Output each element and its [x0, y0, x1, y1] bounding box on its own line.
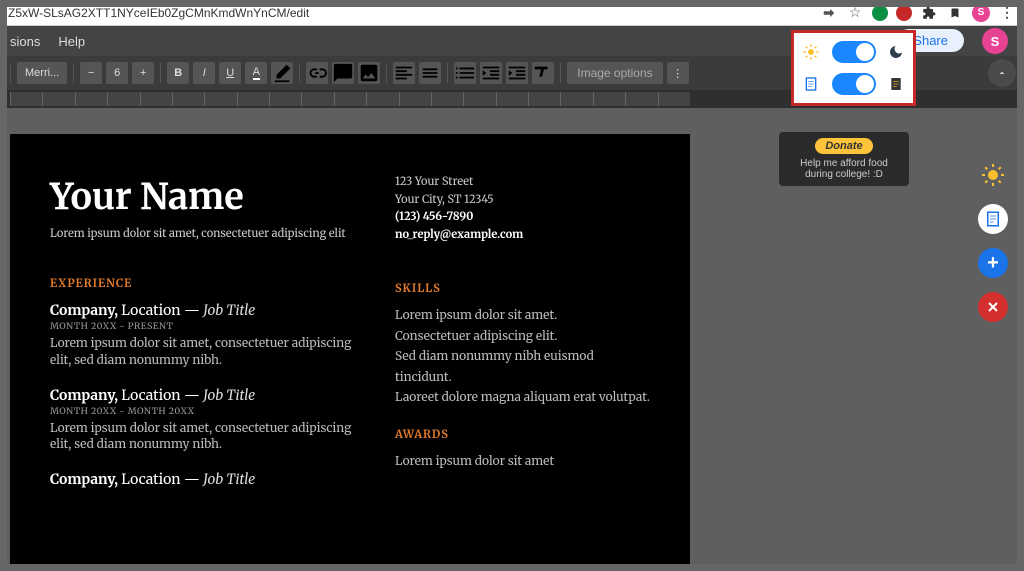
job-title: Job Title — [203, 386, 255, 404]
float-close-button[interactable] — [978, 292, 1008, 322]
job-company: Company, — [50, 470, 118, 488]
job-location: Location — [121, 470, 180, 488]
contact-street: 123 Your Street — [395, 174, 650, 192]
bold-button[interactable]: B — [167, 62, 189, 84]
floating-action-buttons: + — [978, 160, 1008, 322]
decrease-indent-button[interactable] — [480, 62, 502, 84]
theme-toggle[interactable] — [832, 41, 876, 63]
donate-button[interactable]: Donate — [815, 138, 872, 154]
resume-name[interactable]: Your Name — [50, 174, 365, 219]
doc-dark-icon — [887, 75, 905, 93]
url-bar-icons: ☆ S ⋮ — [820, 4, 1016, 22]
extension-green-icon[interactable] — [872, 5, 888, 21]
contact-city: Your City, ST 12345 — [395, 192, 650, 210]
job-body: Lorem ipsum dolor sit amet, consectetuer… — [50, 336, 365, 370]
contact-phone: (123) 456-7890 — [395, 209, 650, 227]
extension-red-icon[interactable] — [896, 5, 912, 21]
awards-body[interactable]: Lorem ipsum dolor sit amet — [395, 452, 650, 472]
line-spacing-button[interactable] — [419, 62, 441, 84]
float-add-button[interactable]: + — [978, 248, 1008, 278]
resume-tagline[interactable]: Lorem ipsum dolor sit amet, consectetuer… — [50, 227, 365, 241]
profile-avatar[interactable]: S — [982, 28, 1008, 54]
job-title: Job Title — [203, 301, 255, 319]
extensions-puzzle-icon[interactable] — [920, 4, 938, 22]
job-sep: — — [184, 301, 200, 319]
browser-url-bar: Z5xW-SLsAG2XTT1NYceIEb0ZgCMnKmdWnYnCM/ed… — [0, 0, 1024, 26]
doc-mode-toggle[interactable] — [832, 73, 876, 95]
numbered-list-button[interactable] — [454, 62, 476, 84]
job-entry[interactable]: Company, Location — Job Title MONTH 20XX… — [50, 301, 365, 370]
text-color-button[interactable]: A — [245, 62, 267, 84]
job-sep: — — [184, 470, 200, 488]
highlight-button[interactable] — [271, 62, 293, 84]
add-comment-button[interactable] — [332, 62, 354, 84]
menu-item-help[interactable]: Help — [58, 34, 85, 49]
job-date: MONTH 20XX - MONTH 20XX — [50, 406, 365, 417]
dark-mode-extension-popup — [791, 30, 916, 106]
donate-box: Donate Help me afford food during colleg… — [779, 132, 909, 186]
donate-text: Help me afford food during college! :D — [785, 158, 903, 180]
float-sun-button[interactable] — [978, 160, 1008, 190]
menu-item-extensions[interactable]: sions — [10, 34, 40, 49]
section-skills-head[interactable]: SKILLS — [395, 282, 650, 296]
document-left-column: Your Name Lorem ipsum dolor sit amet, co… — [50, 174, 365, 564]
bookmark-icon[interactable] — [946, 4, 964, 22]
url-text[interactable]: Z5xW-SLsAG2XTT1NYceIEb0ZgCMnKmdWnYnCM/ed… — [8, 6, 820, 20]
sun-icon — [802, 43, 820, 61]
document-right-column: 123 Your Street Your City, ST 12345 (123… — [395, 174, 650, 564]
font-size-minus[interactable]: − — [80, 62, 102, 84]
insert-link-button[interactable] — [306, 62, 328, 84]
insert-image-button[interactable] — [358, 62, 380, 84]
font-size-plus[interactable]: + — [132, 62, 154, 84]
theme-toggle-row — [802, 41, 905, 63]
more-options-button[interactable]: ⋮ — [667, 62, 689, 84]
job-body: Lorem ipsum dolor sit amet, consectetuer… — [50, 421, 365, 455]
skills-body[interactable]: Lorem ipsum dolor sit amet.Consectetuer … — [395, 306, 650, 408]
font-size-input[interactable]: 6 — [106, 62, 128, 84]
job-sep: — — [184, 386, 200, 404]
job-title: Job Title — [203, 470, 255, 488]
browser-menu-icon[interactable]: ⋮ — [998, 4, 1016, 22]
document-page[interactable]: Your Name Lorem ipsum dolor sit amet, co… — [10, 134, 690, 564]
job-location: Location — [121, 386, 180, 404]
underline-button[interactable]: U — [219, 62, 241, 84]
share-url-icon[interactable] — [820, 4, 838, 22]
section-experience-head[interactable]: EXPERIENCE — [50, 277, 365, 291]
contact-email: no_reply@example.com — [395, 227, 650, 245]
job-entry[interactable]: Company, Location — Job Title — [50, 470, 365, 488]
job-entry[interactable]: Company, Location — Job Title MONTH 20XX… — [50, 386, 365, 455]
section-awards-head[interactable]: AWARDS — [395, 428, 650, 442]
font-family-select[interactable]: Merri... — [17, 62, 67, 84]
job-date: MONTH 20XX - PRESENT — [50, 321, 365, 332]
contact-block[interactable]: 123 Your Street Your City, ST 12345 (123… — [395, 174, 650, 244]
bookmark-star-icon[interactable]: ☆ — [846, 4, 864, 22]
clear-formatting-button[interactable] — [532, 62, 554, 84]
job-location: Location — [121, 301, 180, 319]
doc-mode-toggle-row — [802, 73, 905, 95]
doc-light-icon — [802, 75, 820, 93]
increase-indent-button[interactable] — [506, 62, 528, 84]
moon-icon — [887, 43, 905, 61]
image-options-button[interactable]: Image options — [567, 62, 662, 84]
profile-avatar-small[interactable]: S — [972, 4, 990, 22]
toolbar-collapse-button[interactable] — [988, 59, 1016, 87]
job-company: Company, — [50, 386, 118, 404]
job-company: Company, — [50, 301, 118, 319]
align-button[interactable] — [393, 62, 415, 84]
float-doc-button[interactable] — [978, 204, 1008, 234]
italic-button[interactable]: I — [193, 62, 215, 84]
